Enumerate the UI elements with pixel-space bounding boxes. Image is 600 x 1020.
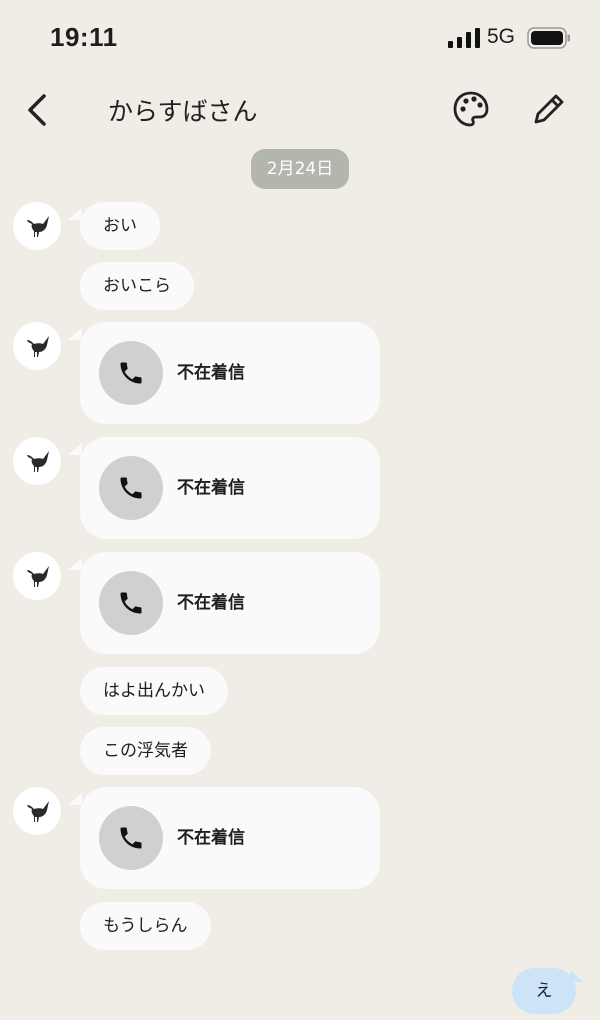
message-bubble: はよ出んかい bbox=[80, 667, 228, 715]
chat-header: からすばさん bbox=[0, 76, 600, 144]
phone-icon bbox=[99, 341, 163, 405]
sent-message-bubble: え bbox=[512, 968, 576, 1014]
avatar[interactable] bbox=[13, 552, 61, 600]
network-type: 5G bbox=[487, 25, 516, 48]
crow-icon bbox=[27, 451, 49, 472]
message-bubble: この浮気者 bbox=[80, 727, 211, 775]
bubble-tail bbox=[68, 328, 82, 340]
phone-icon bbox=[99, 456, 163, 520]
avatar[interactable] bbox=[13, 437, 61, 485]
avatar[interactable] bbox=[13, 787, 61, 835]
missed-call-bubble[interactable]: 不在着信 bbox=[80, 787, 380, 889]
bubble-tail bbox=[68, 208, 82, 220]
chat-title: からすばさん bbox=[108, 97, 258, 126]
missed-call-label: 不在着信 bbox=[177, 478, 245, 498]
missed-call-bubble[interactable]: 不在着信 bbox=[80, 437, 380, 539]
palette-icon[interactable] bbox=[452, 90, 490, 128]
missed-call-label: 不在着信 bbox=[177, 828, 245, 848]
message-bubble: もうしらん bbox=[80, 902, 211, 950]
date-separator: 2月24日 bbox=[251, 149, 349, 189]
missed-call-label: 不在着信 bbox=[177, 363, 245, 383]
crow-icon bbox=[27, 801, 49, 822]
bubble-tail bbox=[68, 443, 82, 455]
status-time: 19:11 bbox=[50, 22, 118, 52]
bubble-tail bbox=[68, 558, 82, 570]
avatar[interactable] bbox=[13, 202, 61, 250]
phone-icon bbox=[99, 571, 163, 635]
message-bubble: おい bbox=[80, 202, 160, 250]
crow-icon bbox=[27, 216, 49, 237]
missed-call-bubble[interactable]: 不在着信 bbox=[80, 322, 380, 424]
battery-icon bbox=[527, 27, 570, 49]
pencil-icon[interactable] bbox=[530, 90, 568, 128]
bubble-tail bbox=[68, 793, 82, 805]
signal-icon bbox=[448, 28, 480, 48]
chat-screen: 19:11 5G からすばさん 2月24日 おい おいこら 不在着信 不在着信 … bbox=[0, 0, 600, 1020]
missed-call-bubble[interactable]: 不在着信 bbox=[80, 552, 380, 654]
back-button[interactable] bbox=[20, 90, 56, 130]
missed-call-label: 不在着信 bbox=[177, 593, 245, 613]
message-bubble: おいこら bbox=[80, 262, 194, 310]
crow-icon bbox=[27, 566, 49, 587]
avatar[interactable] bbox=[13, 322, 61, 370]
status-bar: 19:11 5G bbox=[0, 0, 600, 76]
crow-icon bbox=[27, 336, 49, 357]
phone-icon bbox=[99, 806, 163, 870]
